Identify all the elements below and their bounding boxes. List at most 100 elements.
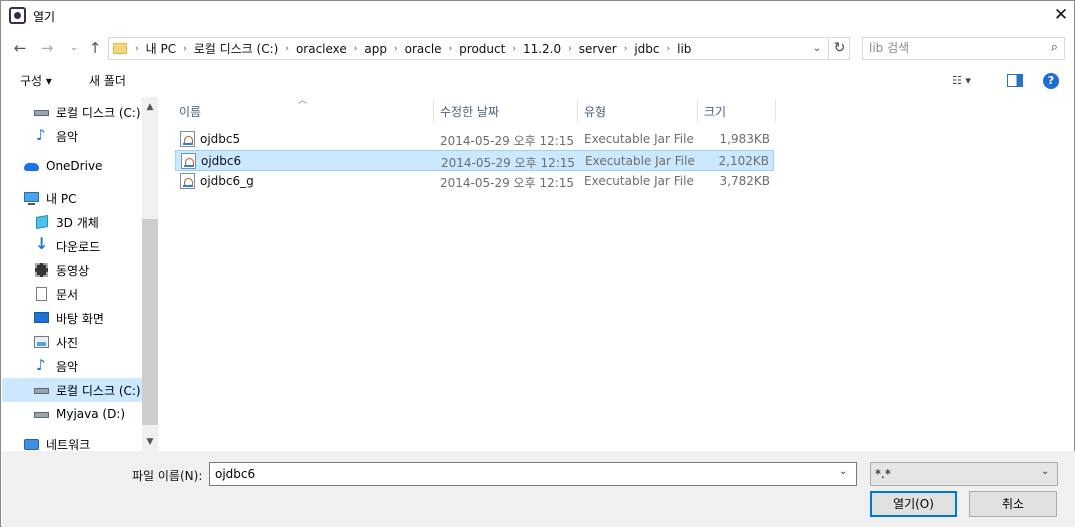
nav-item[interactable]: Myjava (D:)	[2, 402, 143, 426]
new-folder-button[interactable]: 새 폴더	[89, 72, 126, 89]
column-header-size[interactable]: 크기	[698, 99, 776, 123]
drive-icon	[34, 105, 50, 119]
nav-item[interactable]: 동영상	[2, 258, 143, 282]
nav-item[interactable]: ↓ 다운로드	[2, 234, 143, 258]
window-title: 열기	[33, 10, 56, 24]
breadcrumb-chevron-icon[interactable]: ›	[624, 44, 628, 54]
breadcrumb-item[interactable]: 11.2.0	[523, 42, 561, 56]
cancel-button[interactable]: 취소	[969, 491, 1057, 517]
app-icon	[9, 7, 26, 24]
breadcrumb-item[interactable]: oracle	[405, 42, 442, 56]
breadcrumb-chevron-icon[interactable]: ›	[135, 44, 139, 54]
folder-icon	[113, 43, 127, 54]
picture-icon	[34, 335, 50, 349]
nav-item[interactable]: 사진	[2, 330, 143, 354]
nav-item-label: OneDrive	[46, 159, 103, 173]
breadcrumb-chevron-icon[interactable]: ›	[394, 44, 398, 54]
address-dropdown-icon[interactable]: ⌄	[807, 39, 827, 59]
view-options-icon[interactable]: ☷ ▾	[952, 74, 988, 90]
filename-field[interactable]	[209, 462, 857, 486]
column-header-name[interactable]: 이름	[173, 99, 434, 123]
nav-item-label: 3D 개체	[56, 215, 99, 230]
breadcrumb-chevron-icon[interactable]: ›	[568, 44, 572, 54]
filename-input[interactable]	[215, 467, 825, 481]
nav-scrollbar-thumb[interactable]	[142, 219, 158, 425]
breadcrumb-chevron-icon[interactable]: ›	[354, 44, 358, 54]
breadcrumb-chevron-icon[interactable]: ›	[449, 44, 453, 54]
organize-menu[interactable]: 구성 ▾	[20, 72, 52, 89]
scroll-down-icon[interactable]: ▼	[142, 434, 158, 450]
jar-file-icon	[180, 131, 195, 147]
recent-locations-chevron-icon[interactable]: ⌄	[64, 38, 84, 60]
breadcrumb-item[interactable]: product	[459, 42, 505, 56]
nav-item-label: 사진	[56, 335, 79, 350]
search-input[interactable]	[869, 38, 1039, 58]
breadcrumb-item[interactable]: lib	[677, 42, 691, 56]
desktop-icon	[34, 311, 50, 325]
breadcrumb-chevron-icon[interactable]: ›	[667, 44, 671, 54]
network-icon	[24, 437, 40, 451]
nav-item-label: 로컬 디스크 (C:)	[56, 383, 141, 398]
video-icon	[34, 263, 50, 277]
breadcrumb-chevron-icon[interactable]: ›	[183, 44, 187, 54]
nav-item-label: 내 PC	[46, 191, 77, 206]
document-icon	[34, 287, 50, 301]
forward-arrow-icon[interactable]: →	[37, 38, 57, 60]
filename-label: 파일 이름(N):	[132, 469, 203, 483]
nav-item[interactable]: 3D 개체	[2, 210, 143, 234]
nav-item[interactable]: 로컬 디스크 (C:)	[2, 378, 143, 402]
nav-item-label: 음악	[56, 129, 79, 144]
nav-item[interactable]: OneDrive	[2, 154, 143, 178]
file-type-filter[interactable]: *.*	[870, 462, 1058, 486]
preview-pane-icon[interactable]	[1007, 74, 1023, 87]
open-button[interactable]: 열기(O)	[870, 491, 957, 517]
nav-item[interactable]: 바탕 화면	[2, 306, 143, 330]
nav-item[interactable]: 네트워크	[2, 432, 143, 451]
file-row[interactable]: ojdbc6_g 2014-05-29 오후 12:15 Executable Ja…	[175, 171, 774, 192]
breadcrumb-item[interactable]: app	[364, 42, 387, 56]
nav-item-label: 네트워크	[46, 437, 91, 452]
filter-dropdown-icon[interactable]: ⌄	[1041, 466, 1049, 477]
up-arrow-icon[interactable]: ↑	[85, 38, 105, 60]
nav-item[interactable]: ♪ 음악	[2, 354, 143, 378]
nav-item[interactable]: 로컬 디스크 (C:)	[2, 100, 143, 124]
file-row[interactable]: ojdbc6 2014-05-29 오후 12:15 Executable Jar …	[175, 150, 774, 171]
file-size: 2,102KB	[718, 154, 769, 168]
breadcrumb-item[interactable]: server	[579, 42, 617, 56]
address-bar[interactable]: › 내 PC › 로컬 디스크 (C:) › oraclexe › app › oracle › p…	[108, 37, 829, 60]
jar-file-icon	[181, 153, 196, 169]
file-size: 3,782KB	[719, 174, 770, 188]
breadcrumb-chevron-icon[interactable]: ›	[285, 44, 289, 54]
scroll-up-icon[interactable]: ▲	[142, 99, 158, 115]
breadcrumb: 내 PC › 로컬 디스크 (C:) › oraclexe › app › oracle › pro…	[146, 40, 692, 57]
nav-item[interactable]: ♪ 음악	[2, 124, 143, 148]
back-arrow-icon[interactable]: ←	[10, 38, 30, 60]
search-box[interactable]: ⌕	[862, 37, 1065, 60]
breadcrumb-item[interactable]: jdbc	[634, 42, 659, 56]
open-file-dialog: 열기 ✕ ← → ⌄ ↑ › 내 PC › 로컬 디스크 (C:) › oraclexe…	[0, 0, 1075, 527]
pc-icon	[24, 191, 40, 205]
column-header-date[interactable]: 수정한 날짜	[434, 99, 578, 123]
file-row[interactable]: ojdbc5 2014-05-29 오후 12:15 Executable Jar …	[175, 129, 774, 150]
file-type: Executable Jar File	[584, 174, 694, 188]
filename-dropdown-icon[interactable]: ⌄	[839, 466, 847, 477]
close-icon[interactable]: ✕	[1050, 5, 1072, 27]
refresh-icon[interactable]: ↻	[830, 37, 850, 60]
file-type-value: *.*	[875, 467, 891, 481]
breadcrumb-item[interactable]: 내 PC	[146, 40, 176, 57]
file-date: 2014-05-29 오후 12:15	[440, 134, 575, 148]
file-name: ojdbc6	[201, 154, 242, 168]
breadcrumb-chevron-icon[interactable]: ›	[512, 44, 516, 54]
search-icon[interactable]: ⌕	[1051, 40, 1058, 55]
cloud-icon	[24, 159, 40, 173]
cube-icon	[34, 214, 50, 230]
column-header-type[interactable]: 유형	[578, 99, 698, 123]
help-icon[interactable]: ?	[1043, 73, 1059, 89]
breadcrumb-item[interactable]: oraclexe	[296, 42, 347, 56]
nav-item[interactable]: 내 PC	[2, 186, 143, 210]
breadcrumb-item[interactable]: 로컬 디스크 (C:)	[194, 40, 279, 57]
music-icon: ♪	[36, 356, 46, 374]
music-icon: ♪	[36, 126, 46, 144]
nav-item[interactable]: 문서	[2, 282, 143, 306]
navigation-pane: 로컬 디스크 (C:) ♪ 음악 OneDrive 내 PC 3D 개체 ↓ 다운로드 동영상 문…	[2, 97, 159, 451]
